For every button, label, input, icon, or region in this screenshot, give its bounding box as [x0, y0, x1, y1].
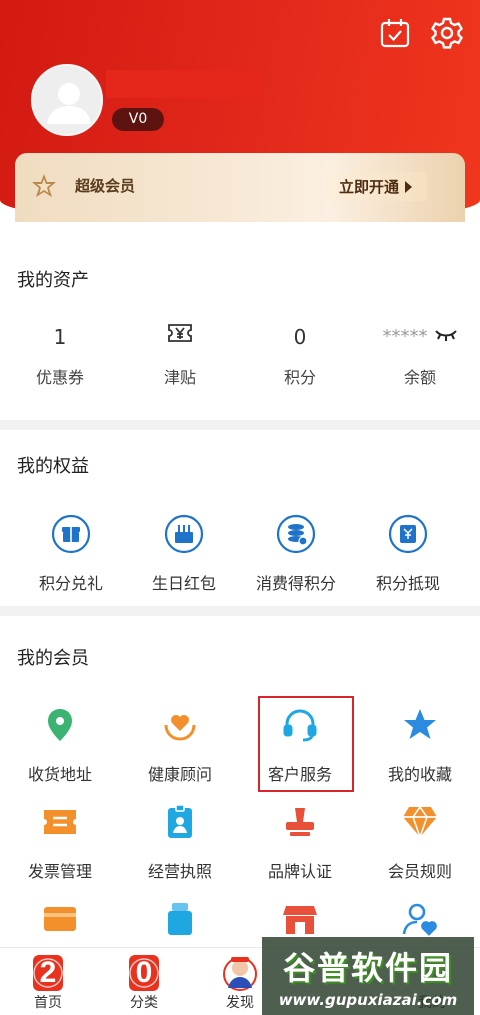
location-pin-icon	[40, 705, 80, 745]
benefit-birthday-red-packet[interactable]: 生日红包	[124, 514, 244, 594]
benefit-label: 消费得积分	[255, 574, 336, 593]
points-count: 0	[293, 325, 307, 349]
assets-title: 我的资产	[17, 270, 89, 291]
asset-points[interactable]: 0 积分	[240, 322, 360, 388]
member-user-care[interactable]	[360, 899, 480, 939]
balance-value-row: *****	[360, 322, 480, 352]
member-label: 收货地址	[27, 765, 92, 784]
member-label: 我的收藏	[387, 765, 452, 784]
benefit-points-cash[interactable]: 积分抵现	[348, 514, 468, 594]
coupon-count: 1	[53, 325, 67, 349]
stamp-icon	[280, 802, 320, 842]
eye-closed-icon[interactable]	[434, 322, 458, 352]
asset-balance[interactable]: ***** 余额	[360, 322, 480, 388]
nav-home-label: 首页	[34, 995, 62, 1011]
coin-stack-icon	[276, 514, 316, 554]
crown-star-icon	[31, 173, 56, 197]
nav-home[interactable]: 2 首页	[0, 948, 96, 1015]
license-badge-icon	[160, 802, 200, 842]
package-icon	[160, 899, 200, 939]
watermark-url: www.gupuxiazai.com	[278, 991, 458, 1009]
diamond-icon	[400, 802, 440, 842]
member-favorites[interactable]: 我的收藏	[360, 705, 480, 785]
user-heart-icon	[400, 899, 440, 939]
super-member-card[interactable]: 超级会员 立即开通	[15, 153, 465, 222]
points-cash-icon	[388, 514, 428, 554]
points-label: 积分	[283, 368, 316, 387]
category-icon: 0	[129, 955, 159, 991]
invoice-icon	[40, 802, 80, 842]
benefit-label: 积分兑礼	[38, 574, 103, 593]
section-divider	[0, 606, 480, 616]
watermark-overlay: 谷普软件园 www.gupuxiazai.com	[262, 937, 474, 1015]
coupon-label: 优惠券	[35, 368, 84, 387]
member-card[interactable]	[0, 899, 120, 939]
member-store[interactable]	[240, 899, 360, 939]
asset-coupon[interactable]: 1 优惠券	[0, 322, 120, 388]
gear-icon[interactable]	[429, 15, 465, 51]
card-icon	[40, 899, 80, 939]
member-business-license[interactable]: 经营执照	[120, 802, 240, 882]
store-icon	[280, 899, 320, 939]
heart-hands-icon	[160, 705, 200, 745]
star-icon	[400, 705, 440, 745]
member-rules[interactable]: 会员规则	[360, 802, 480, 882]
member-package[interactable]	[120, 899, 240, 939]
member-label: 品牌认证	[267, 862, 332, 881]
username-redacted	[106, 70, 262, 98]
highlight-annotation	[258, 696, 354, 792]
birthday-cake-icon	[164, 514, 204, 554]
member-invoice[interactable]: 发票管理	[0, 802, 120, 882]
benefit-label: 生日红包	[151, 574, 216, 593]
super-member-label: 超级会员	[75, 177, 136, 195]
benefit-points-gift[interactable]: 积分兑礼	[11, 514, 131, 594]
activate-now-label: 立即开通	[338, 178, 399, 196]
member-health-advisor[interactable]: 健康顾问	[120, 705, 240, 785]
benefit-label: 积分抵现	[375, 574, 440, 593]
level-badge: V0	[112, 108, 164, 131]
avatar[interactable]	[31, 64, 103, 136]
points-gift-icon	[51, 514, 91, 554]
profile-page: V0 超级会员 立即开通 我的资产 1 优惠券 津贴 0 积分 ***** 余额…	[0, 0, 480, 1015]
member-shipping-address[interactable]: 收货地址	[0, 705, 120, 785]
member-label: 发票管理	[27, 862, 92, 881]
benefit-earn-points[interactable]: 消费得积分	[236, 514, 356, 594]
member-brand-certification[interactable]: 品牌认证	[240, 802, 360, 882]
ticket-yen-icon	[120, 322, 240, 352]
member-label: 健康顾问	[147, 765, 212, 784]
membership-title: 我的会员	[17, 648, 89, 669]
member-label: 会员规则	[387, 862, 452, 881]
calendar-check-icon[interactable]	[377, 15, 413, 51]
asset-allowance[interactable]: 津贴	[120, 322, 240, 388]
member-label: 经营执照	[147, 862, 212, 881]
allowance-label: 津贴	[163, 368, 196, 387]
nav-category-label: 分类	[130, 995, 158, 1011]
activate-now-button[interactable]: 立即开通	[324, 172, 427, 201]
caret-right-icon	[405, 180, 412, 193]
section-divider	[0, 420, 480, 430]
profile-header: V0 超级会员 立即开通	[0, 0, 480, 222]
home-icon: 2	[33, 955, 63, 991]
balance-label: 余额	[403, 368, 436, 387]
watermark-text: 谷普软件园	[282, 949, 453, 987]
balance-hidden-value: *****	[382, 326, 428, 347]
nav-category[interactable]: 0 分类	[96, 948, 192, 1015]
benefits-title: 我的权益	[17, 456, 89, 477]
